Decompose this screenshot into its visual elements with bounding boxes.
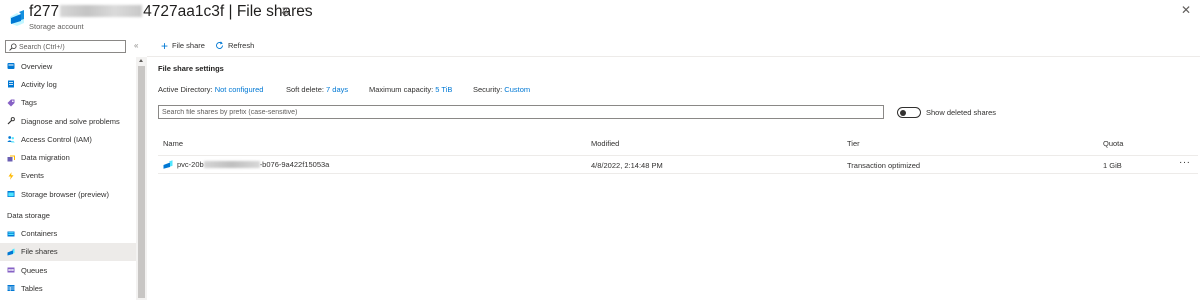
file-share-name-suffix: -b076-9a422f15053a bbox=[259, 160, 330, 169]
close-icon[interactable]: ✕ bbox=[1181, 3, 1191, 17]
sidebar-item-queues[interactable]: Queues bbox=[0, 261, 136, 279]
refresh-icon bbox=[216, 41, 223, 49]
sidebar-item-label: Events bbox=[21, 171, 44, 181]
column-header-name[interactable]: Name bbox=[163, 139, 183, 148]
plus-icon: + bbox=[161, 38, 169, 53]
toggle-knob bbox=[900, 109, 906, 116]
file-share-resource-icon bbox=[10, 10, 24, 26]
modified-cell: 4/8/2022, 2:14:48 PM bbox=[591, 161, 663, 170]
containers-icon bbox=[7, 231, 15, 237]
column-header-tier[interactable]: Tier bbox=[847, 139, 860, 148]
title-prefix: f277 bbox=[29, 3, 60, 20]
quota-cell: 1 GiB bbox=[1103, 161, 1122, 170]
overview-icon bbox=[7, 63, 15, 70]
sidebar-item-events[interactable]: Events bbox=[0, 167, 136, 185]
column-header-quota[interactable]: Quota bbox=[1103, 139, 1123, 148]
soft-delete-setting: Soft delete: 7 days bbox=[286, 85, 348, 94]
scroll-thumb[interactable] bbox=[138, 66, 145, 298]
resource-menu: « Overview Activity log Tags Diagnose an… bbox=[0, 36, 147, 300]
sidebar-item-activity-log[interactable]: Activity log bbox=[0, 75, 136, 93]
sidebar-item-containers[interactable]: Containers bbox=[0, 224, 136, 242]
file-share-search-input[interactable] bbox=[162, 108, 872, 117]
add-file-share-label: File share bbox=[172, 41, 205, 50]
file-share-icon bbox=[163, 160, 173, 169]
active-directory-link[interactable]: Not configured bbox=[215, 85, 264, 94]
redacted-text bbox=[203, 161, 260, 168]
sidebar-item-file-shares[interactable]: File shares bbox=[0, 242, 136, 261]
search-icon bbox=[9, 43, 17, 51]
capacity-label: Maximum capacity: bbox=[369, 85, 434, 94]
file-share-name[interactable]: pvc-20b -b076-9a422f15053a bbox=[163, 160, 329, 169]
sidebar-item-label: Queues bbox=[21, 265, 48, 275]
show-deleted-toggle[interactable] bbox=[897, 107, 921, 118]
sidebar-item-tags[interactable]: Tags bbox=[0, 94, 136, 112]
capacity-link[interactable]: 5 TiB bbox=[435, 85, 452, 94]
sidebar-item-label: Diagnose and solve problems bbox=[21, 116, 120, 126]
sidebar-item-data-migration[interactable]: Data migration bbox=[0, 148, 136, 166]
pin-icon[interactable] bbox=[280, 7, 290, 17]
lightning-icon bbox=[8, 172, 14, 180]
sidebar-item-iam[interactable]: Access Control (IAM) bbox=[0, 130, 136, 148]
scroll-up-icon[interactable] bbox=[139, 59, 143, 62]
file-shares-icon bbox=[7, 248, 15, 256]
column-header-modified[interactable]: Modified bbox=[591, 139, 619, 148]
command-bar-divider bbox=[147, 56, 1200, 57]
storage-browser-icon bbox=[7, 191, 15, 198]
sidebar-item-label: File shares bbox=[21, 247, 58, 257]
sidebar-item-label: Containers bbox=[21, 229, 58, 239]
tier-cell: Transaction optimized bbox=[847, 161, 921, 170]
add-file-share-button[interactable]: + File share bbox=[161, 38, 205, 53]
menu-scrollbar[interactable] bbox=[136, 57, 147, 300]
sidebar-item-overview[interactable]: Overview bbox=[0, 57, 136, 75]
nav-list: Overview Activity log Tags Diagnose and … bbox=[0, 57, 136, 298]
activity-log-icon bbox=[8, 80, 14, 88]
resource-type-label: Storage account bbox=[29, 22, 84, 31]
table-row[interactable]: pvc-20b -b076-9a422f15053a 4/8/2022, 2:14… bbox=[158, 156, 1198, 174]
sidebar-item-storage-browser[interactable]: Storage browser (preview) bbox=[0, 185, 136, 203]
soft-delete-label: Soft delete: bbox=[286, 85, 324, 94]
data-migration-icon bbox=[7, 155, 15, 162]
sidebar-item-label: Activity log bbox=[21, 79, 57, 89]
sidebar-item-label: Tags bbox=[21, 98, 37, 108]
redacted-text bbox=[60, 5, 143, 17]
security-label: Security: bbox=[473, 85, 503, 94]
sidebar-item-label: Data migration bbox=[21, 153, 70, 163]
security-link[interactable]: Custom bbox=[504, 85, 530, 94]
sidebar-item-tables[interactable]: Tables bbox=[0, 279, 136, 297]
soft-delete-link[interactable]: 7 days bbox=[326, 85, 348, 94]
people-icon bbox=[7, 136, 15, 143]
sidebar-item-label: Storage browser (preview) bbox=[21, 189, 109, 199]
more-options-icon[interactable]: ··· bbox=[296, 3, 308, 14]
queues-icon bbox=[7, 267, 15, 273]
sidebar-item-label: Access Control (IAM) bbox=[21, 134, 92, 144]
file-share-name-prefix: pvc-20b bbox=[177, 160, 204, 169]
refresh-button[interactable]: Refresh bbox=[215, 41, 254, 50]
page-title: f277 4727aa1c3f | File shares bbox=[29, 3, 313, 21]
capacity-setting: Maximum capacity: 5 TiB bbox=[369, 85, 452, 94]
sidebar-item-diagnose[interactable]: Diagnose and solve problems bbox=[0, 112, 136, 130]
menu-search-input[interactable] bbox=[19, 42, 123, 52]
row-more-icon[interactable]: ··· bbox=[1179, 157, 1191, 168]
show-deleted-label: Show deleted shares bbox=[926, 108, 997, 117]
wrench-icon bbox=[7, 117, 15, 125]
collapse-menu-icon[interactable]: « bbox=[134, 41, 138, 50]
sidebar-item-label: Overview bbox=[21, 61, 53, 71]
tag-icon bbox=[7, 99, 15, 107]
section-header-data-storage: Data storage bbox=[7, 211, 50, 221]
blade-header: f277 4727aa1c3f | File shares Storage acc… bbox=[0, 0, 1200, 36]
security-setting: Security: Custom bbox=[473, 85, 530, 94]
sidebar-item-label: Tables bbox=[21, 283, 43, 293]
file-share-filter[interactable] bbox=[158, 105, 884, 119]
menu-search[interactable] bbox=[5, 40, 126, 53]
main-content: + File share Refresh File share settings… bbox=[147, 36, 1200, 300]
active-directory-setting: Active Directory: Not configured bbox=[158, 85, 263, 94]
tables-icon bbox=[7, 285, 15, 292]
refresh-label: Refresh bbox=[228, 41, 255, 50]
active-directory-label: Active Directory: bbox=[158, 85, 213, 94]
command-bar: + File share Refresh bbox=[147, 36, 1200, 56]
settings-title: File share settings bbox=[158, 64, 224, 73]
